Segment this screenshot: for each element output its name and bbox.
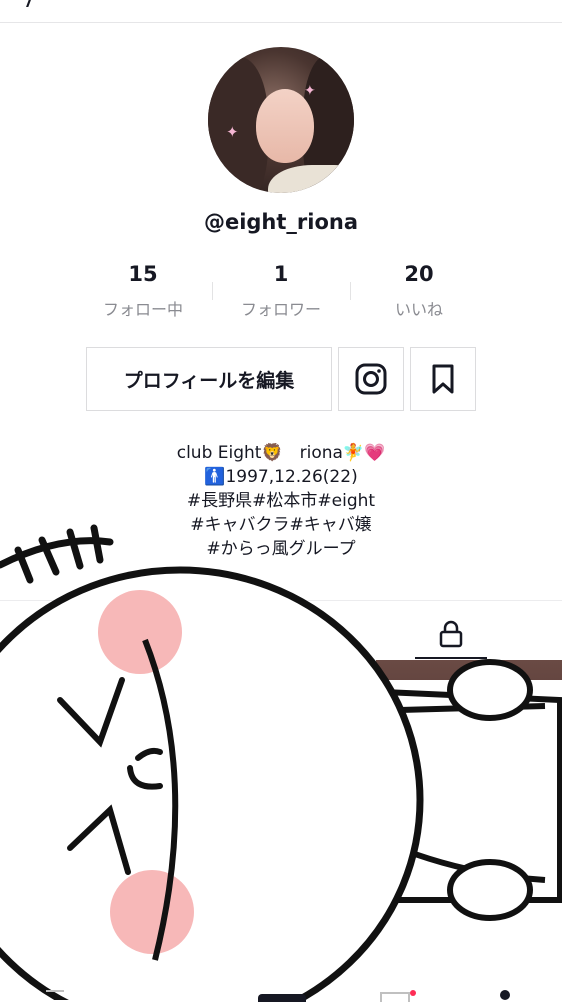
notification-dot bbox=[410, 990, 416, 996]
bio-line: club Eight🦁 riona🧚💗 bbox=[176, 443, 386, 463]
header-icons-partial bbox=[300, 0, 360, 2]
edit-profile-label: プロフィールを編集 bbox=[123, 369, 295, 392]
home-icon[interactable] bbox=[46, 990, 64, 1002]
inbox-icon[interactable] bbox=[380, 992, 410, 1002]
avatar[interactable]: ✦ ✦ bbox=[208, 47, 354, 193]
profile-handle: @eight_riona bbox=[203, 210, 359, 234]
top-bar: 7 bbox=[0, 0, 562, 23]
create-button-icon[interactable] bbox=[258, 994, 306, 1002]
stat-likes-label: いいね bbox=[394, 300, 443, 319]
profile-icon[interactable] bbox=[500, 990, 510, 1000]
stat-followers[interactable]: 1 フォロワー bbox=[216, 262, 346, 320]
edit-profile-button[interactable]: プロフィールを編集 bbox=[86, 347, 332, 411]
instagram-button[interactable] bbox=[338, 347, 404, 411]
butterfly-sticker-icon: ✦ bbox=[226, 123, 239, 141]
stat-followers-value: 1 bbox=[273, 262, 289, 286]
butterfly-sticker-icon: ✦ bbox=[304, 83, 316, 99]
stat-likes-value: 20 bbox=[404, 262, 434, 286]
bookmark-icon bbox=[432, 364, 454, 394]
stat-followers-label: フォロワー bbox=[240, 300, 321, 319]
stat-divider bbox=[350, 282, 351, 300]
watermark: n’n bbox=[455, 926, 556, 994]
stat-following-label: フォロー中 bbox=[102, 300, 183, 319]
stat-likes[interactable]: 20 いいね bbox=[354, 262, 484, 320]
stat-following-value: 15 bbox=[128, 262, 158, 286]
bookmark-button[interactable] bbox=[410, 347, 476, 411]
status-partial-left: 7 bbox=[22, 0, 36, 13]
bottom-nav bbox=[0, 990, 562, 1002]
stat-divider bbox=[212, 282, 213, 300]
instagram-icon bbox=[355, 363, 387, 395]
sticker-overlay bbox=[0, 524, 562, 1000]
stat-following[interactable]: 15 フォロー中 bbox=[78, 262, 208, 320]
